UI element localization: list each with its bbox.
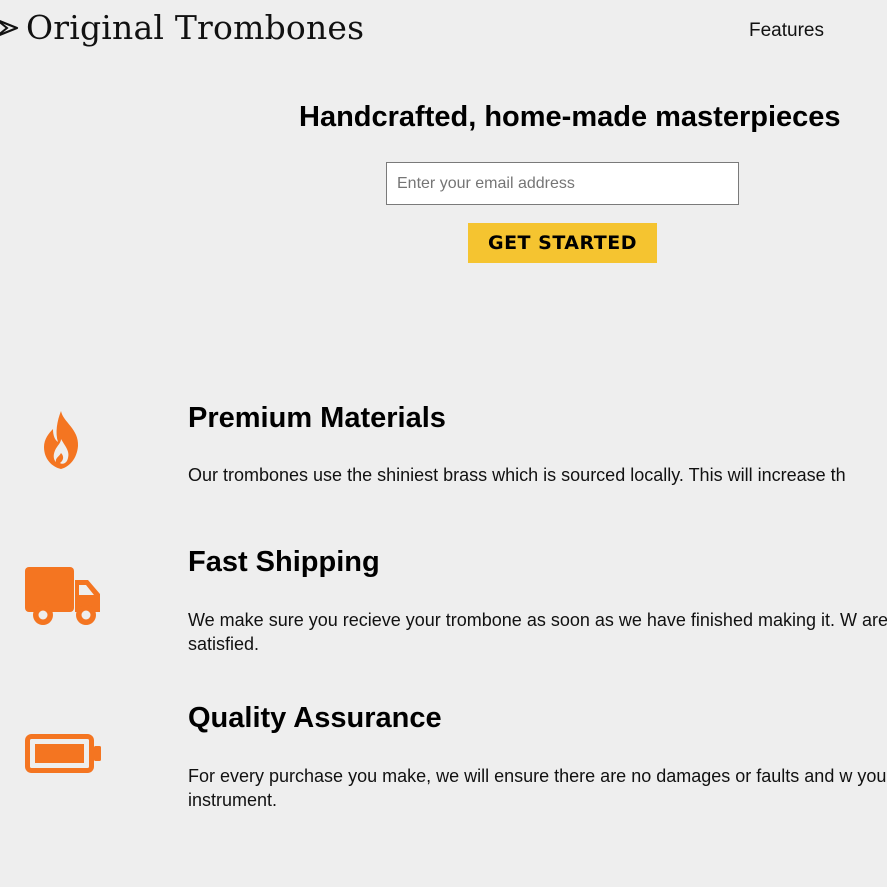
feature-text-fast-shipping: We make sure you recieve your trombone a… xyxy=(188,610,887,654)
brand-name: Original Trombones xyxy=(26,8,365,47)
brand-logo[interactable]: Original Trombones xyxy=(0,8,364,47)
battery-icon xyxy=(25,734,101,773)
landing-page: Original Trombones Features Handcrafted,… xyxy=(0,0,887,887)
truck-icon xyxy=(25,567,100,625)
feature-title-fast-shipping: Fast Shipping xyxy=(188,546,380,578)
feature-title-premium-materials: Premium Materials xyxy=(188,402,446,434)
feature-text-quality-assurance: For every purchase you make, we will ens… xyxy=(188,766,887,810)
fire-icon xyxy=(44,411,79,469)
hero-title: Handcrafted, home-made masterpieces xyxy=(299,101,841,133)
site-header: Original Trombones Features xyxy=(0,0,887,62)
feature-title-quality-assurance: Quality Assurance xyxy=(188,702,442,734)
feature-text-premium-materials: Our trombones use the shiniest brass whi… xyxy=(188,465,846,485)
email-input[interactable] xyxy=(386,162,739,205)
trombone-logo-icon xyxy=(0,19,19,36)
nav-link-features[interactable]: Features xyxy=(749,20,824,42)
get-started-button[interactable]: GET STARTED xyxy=(468,223,657,263)
